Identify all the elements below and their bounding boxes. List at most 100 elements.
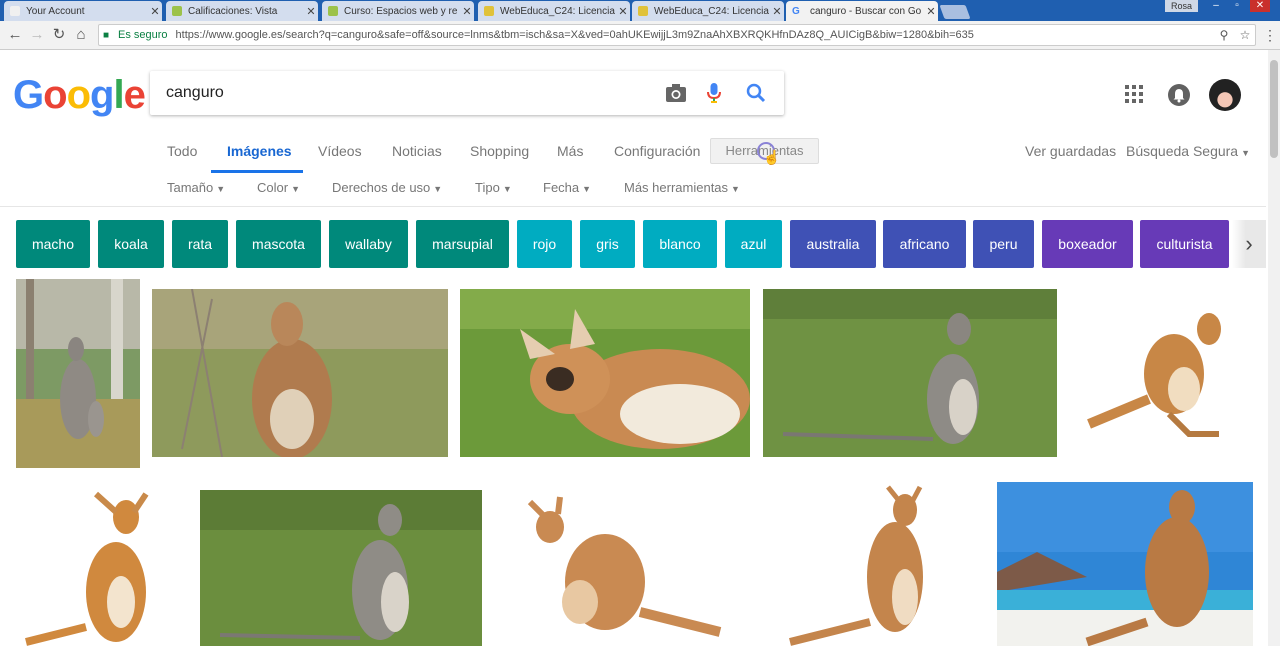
tab-configuracion[interactable]: Configuración (614, 143, 700, 159)
filter-label: Tipo (475, 180, 500, 195)
notifications-bell-icon[interactable] (1168, 84, 1190, 106)
tab-title: WebEduca_C24: Licencia (654, 5, 769, 17)
tab-favicon-icon (484, 6, 494, 16)
browser-tab[interactable]: WebEduca_C24: Licencia ✕ (478, 1, 630, 21)
search-box[interactable] (150, 71, 784, 115)
window-profile-name[interactable]: Rosa (1165, 0, 1199, 12)
chip-peru[interactable]: peru (973, 220, 1034, 268)
filter-mas-herramientas[interactable]: Más herramientas ▼ (624, 180, 740, 195)
caret-down-icon: ▼ (582, 184, 592, 194)
caret-down-icon: ▼ (502, 184, 512, 194)
tab-favicon-icon (638, 6, 648, 16)
tab-noticias[interactable]: Noticias (392, 143, 442, 159)
apps-grid-icon[interactable] (1125, 85, 1143, 103)
google-favicon-icon: G (792, 6, 800, 17)
filter-fecha[interactable]: Fecha ▼ (543, 180, 591, 195)
camera-icon[interactable] (665, 83, 687, 103)
header-divider (0, 206, 1266, 207)
image-result[interactable] (763, 289, 1057, 457)
zoom-icon[interactable]: ⚲ (1217, 28, 1231, 42)
tab-close-icon[interactable]: ✕ (616, 5, 630, 18)
image-result[interactable] (760, 482, 980, 646)
search-icon[interactable] (746, 83, 766, 103)
chip-gris[interactable]: gris (580, 220, 635, 268)
lock-icon: ■ (103, 29, 110, 41)
tab-title: WebEduca_C24: Licencia (500, 5, 615, 17)
caret-down-icon: ▼ (216, 184, 226, 194)
tab-imagenes[interactable]: Imágenes (227, 143, 292, 159)
forward-arrow-icon[interactable]: → (29, 27, 45, 43)
url-text[interactable]: https://www.google.es/search?q=canguro&s… (176, 29, 1255, 41)
browser-tab[interactable]: Calificaciones: Vista ✕ (166, 1, 318, 21)
image-result[interactable] (1069, 289, 1249, 457)
tab-videos[interactable]: Vídeos (318, 143, 362, 159)
browser-tab[interactable]: Curso: Espacios web y re ✕ (322, 1, 474, 21)
tab-close-icon[interactable]: ✕ (148, 5, 162, 18)
browser-tab[interactable]: WebEduca_C24: Licencia ✕ (632, 1, 784, 21)
tab-close-icon[interactable]: ✕ (924, 5, 938, 18)
chip-wallaby[interactable]: wallaby (329, 220, 408, 268)
chip-blanco[interactable]: blanco (643, 220, 717, 268)
browser-tab-active[interactable]: G canguro - Buscar con Go ✕ (786, 1, 938, 21)
reload-icon[interactable]: ↻ (51, 27, 67, 43)
chip-rojo[interactable]: rojo (517, 220, 572, 268)
safesearch-label: Búsqueda Segura (1126, 143, 1239, 159)
image-result[interactable] (16, 482, 186, 646)
search-input[interactable] (166, 84, 646, 102)
filter-derechos[interactable]: Derechos de uso ▼ (332, 180, 442, 195)
back-arrow-icon[interactable]: ← (7, 27, 23, 43)
home-icon[interactable]: ⌂ (73, 27, 89, 43)
url-bar[interactable]: ■ Es seguro https://www.google.es/search… (98, 24, 1256, 46)
chevron-right-icon[interactable]: › (1232, 220, 1266, 268)
close-window-icon[interactable]: ✕ (1250, 0, 1270, 12)
tab-mas[interactable]: Más (557, 143, 583, 159)
tab-close-icon[interactable]: ✕ (304, 5, 318, 18)
filter-color[interactable]: Color ▼ (257, 180, 300, 195)
image-result[interactable] (997, 482, 1253, 646)
chip-marsupial[interactable]: marsupial (416, 220, 509, 268)
chip-azul[interactable]: azul (725, 220, 782, 268)
safesearch-menu[interactable]: Búsqueda Segura ▼ (1126, 143, 1250, 159)
active-tab-indicator (211, 170, 303, 173)
chip-africano[interactable]: africano (883, 220, 966, 268)
caret-down-icon: ▼ (433, 184, 443, 194)
menu-dots-icon[interactable]: ⋮ (1262, 27, 1278, 43)
tab-favicon-icon (172, 6, 182, 16)
caret-down-icon: ▼ (1241, 148, 1251, 158)
chip-rata[interactable]: rata (172, 220, 228, 268)
maximize-icon[interactable]: ▫ (1227, 0, 1247, 12)
image-result[interactable] (16, 279, 140, 468)
tab-title: Your Account (26, 5, 85, 17)
google-logo[interactable]: Google (13, 73, 146, 117)
tab-shopping[interactable]: Shopping (470, 143, 529, 159)
bookmark-star-icon[interactable]: ☆ (1238, 28, 1252, 42)
chip-macho[interactable]: macho (16, 220, 90, 268)
minimize-icon[interactable]: – (1206, 0, 1226, 12)
chip-boxeador[interactable]: boxeador (1042, 220, 1133, 268)
filter-tipo[interactable]: Tipo ▼ (475, 180, 512, 195)
scrollbar[interactable] (1268, 50, 1280, 646)
secure-label: Es seguro (118, 29, 168, 41)
avatar[interactable] (1209, 79, 1241, 111)
hand-cursor-icon: ☝ (763, 149, 781, 165)
scrollbar-thumb[interactable] (1270, 60, 1278, 158)
filter-label: Derechos de uso (332, 180, 431, 195)
image-result[interactable] (460, 289, 750, 457)
filter-tamano[interactable]: Tamaño ▼ (167, 180, 225, 195)
chip-australia[interactable]: australia (790, 220, 876, 268)
browser-tab[interactable]: Your Account ✕ (4, 1, 162, 21)
image-result[interactable] (500, 482, 740, 646)
microphone-icon[interactable] (707, 82, 721, 104)
tab-todo[interactable]: Todo (167, 143, 197, 159)
new-tab-button[interactable] (939, 5, 971, 19)
chip-mascota[interactable]: mascota (236, 220, 321, 268)
chip-koala[interactable]: koala (98, 220, 164, 268)
tab-close-icon[interactable]: ✕ (770, 5, 784, 18)
saved-link[interactable]: Ver guardadas (1025, 143, 1116, 159)
image-result[interactable] (152, 289, 448, 457)
address-toolbar: ← → ↻ ⌂ ■ Es seguro https://www.google.e… (0, 21, 1280, 50)
chip-culturista[interactable]: culturista (1140, 220, 1229, 268)
filter-label: Tamaño (167, 180, 214, 195)
image-result[interactable] (200, 490, 482, 646)
tab-close-icon[interactable]: ✕ (460, 5, 474, 18)
